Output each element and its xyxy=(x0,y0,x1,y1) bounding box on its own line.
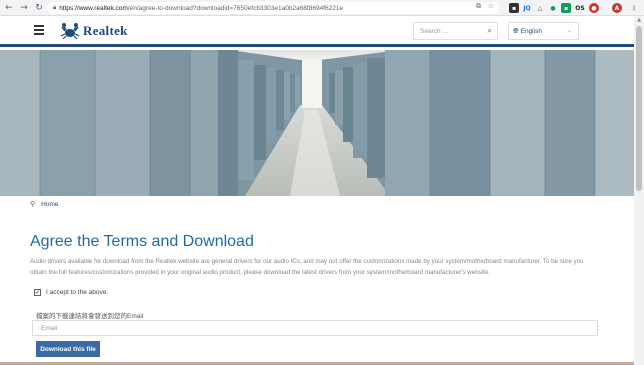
email-label: 檔案的下載連結將會發送到您的Email xyxy=(36,313,144,320)
page-title: Agree the Terms and Download xyxy=(30,233,254,250)
breadcrumb-home-link[interactable]: Home xyxy=(41,201,58,208)
extension-icon[interactable]: ▪ xyxy=(509,3,519,13)
page-scrollbar[interactable]: ▲ xyxy=(634,16,644,365)
realtek-logo[interactable]: Realtek xyxy=(60,23,128,39)
hero-banner-image xyxy=(0,50,634,196)
extension-triangle-icon[interactable]: △ xyxy=(535,3,545,13)
menu-kebab-icon[interactable]: ⋮ xyxy=(629,3,639,13)
address-url: https://www.realtek.com/en/agree-to-down… xyxy=(59,4,344,12)
language-selector[interactable]: 🌐︎ English ⌄ xyxy=(508,22,579,40)
address-bar[interactable]: 🔒︎ https://www.realtek.com/en/agree-to-d… xyxy=(47,2,499,14)
site-header: Realtek ⌕ 🌐︎ English ⌄ xyxy=(0,16,634,47)
chevron-down-icon: ⌄ xyxy=(566,27,572,34)
bookmark-star-icon[interactable]: ☆ xyxy=(488,2,494,10)
language-label: English xyxy=(520,27,542,35)
translate-icon[interactable]: ⧉ xyxy=(476,2,481,11)
profile-avatar[interactable]: A xyxy=(612,3,622,13)
crab-logo-icon xyxy=(60,23,80,39)
scroll-up-arrow-icon[interactable]: ▲ xyxy=(634,16,644,24)
forward-arrow-icon[interactable]: → xyxy=(18,2,30,14)
search-icon[interactable]: ⌕ xyxy=(488,26,492,36)
search-box[interactable]: ⌕ xyxy=(413,22,498,40)
scroll-thumb[interactable] xyxy=(636,26,642,191)
extension-red-icon[interactable]: ● xyxy=(589,3,599,13)
location-pin-icon: ⚲ xyxy=(30,200,36,208)
lock-icon: 🔒︎ xyxy=(53,4,57,11)
search-input[interactable] xyxy=(420,27,480,35)
email-field[interactable] xyxy=(32,320,598,336)
accept-checkbox[interactable]: ✓ xyxy=(34,289,41,296)
globe-icon: 🌐︎ xyxy=(513,26,519,35)
extension-evernote-icon[interactable]: ● xyxy=(548,3,558,13)
download-button[interactable]: Download this file xyxy=(36,341,100,357)
download-description: Audio drivers available for download fro… xyxy=(30,258,584,276)
back-arrow-icon[interactable]: ← xyxy=(3,2,15,14)
logo-text: Realtek xyxy=(83,23,128,38)
accept-terms-row[interactable]: ✓ I accept to the above. xyxy=(34,289,108,296)
hamburger-menu-icon[interactable] xyxy=(34,25,44,35)
accept-label: I accept to the above. xyxy=(46,289,109,296)
extension-green-icon[interactable]: ▪ xyxy=(561,3,571,13)
breadcrumb: ⚲ Home xyxy=(30,200,58,208)
reload-icon[interactable]: ↻ xyxy=(33,2,45,14)
extension-os-icon[interactable]: OS xyxy=(575,3,585,13)
extension-jq-icon[interactable]: JQ xyxy=(522,3,532,13)
browser-toolbar: ← → ↻ 🔒︎ https://www.realtek.com/en/agre… xyxy=(0,0,644,16)
